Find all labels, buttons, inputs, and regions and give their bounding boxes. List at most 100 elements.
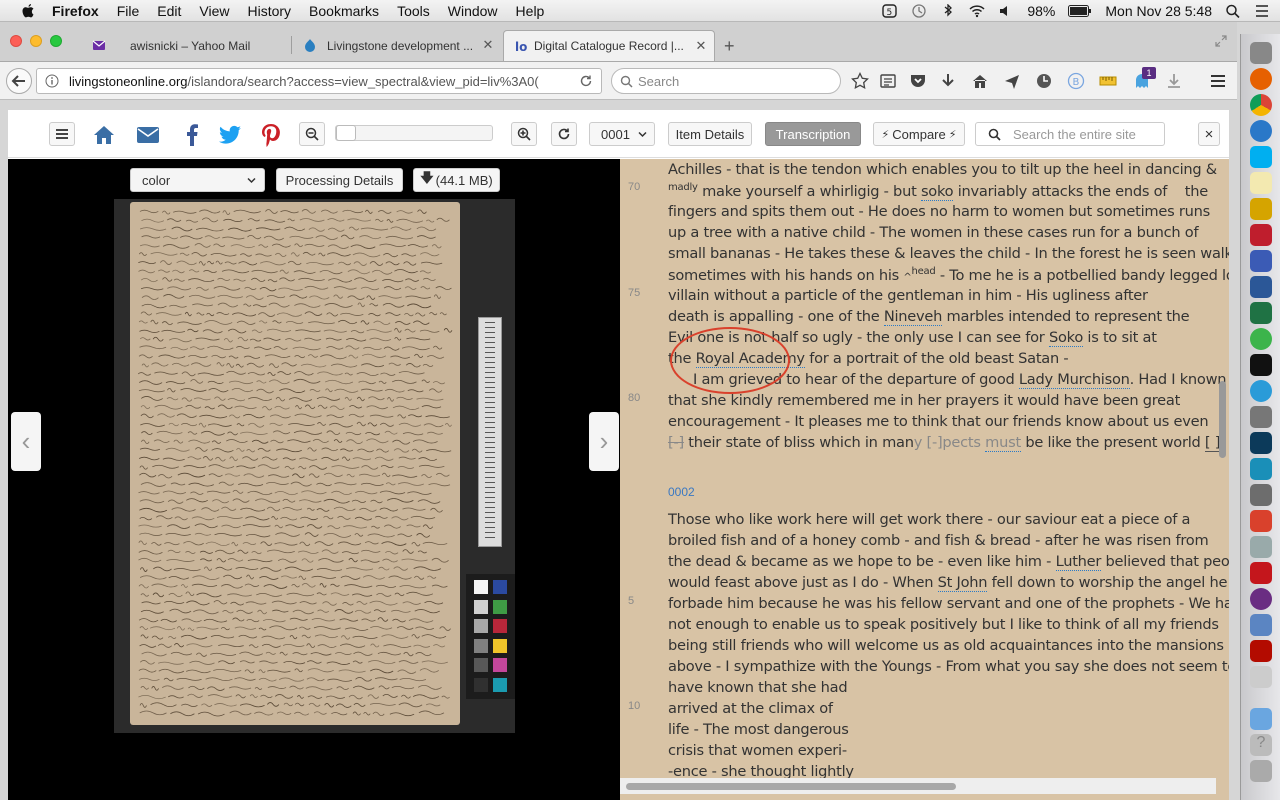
glossary-term-luther[interactable]: Luther: [1055, 553, 1101, 571]
battery-icon[interactable]: [1068, 5, 1092, 17]
processing-details-button[interactable]: Processing Details: [276, 168, 403, 192]
search-bar[interactable]: Search: [611, 68, 841, 94]
bookmark-star-icon[interactable]: [851, 72, 869, 90]
fullscreen-icon[interactable]: [1214, 34, 1228, 48]
dock-sync-icon[interactable]: [1250, 328, 1272, 350]
hamburger-menu-icon[interactable]: [1209, 72, 1227, 90]
dock-utility-icon[interactable]: [1250, 406, 1272, 428]
dock-word-icon[interactable]: [1250, 276, 1272, 298]
vertical-scrollbar[interactable]: [1219, 381, 1226, 458]
illegible-mark[interactable]: [-]: [668, 434, 684, 451]
dock-cyberduck-icon[interactable]: [1250, 198, 1272, 220]
clock[interactable]: Mon Nov 28 5:48: [1105, 3, 1212, 19]
dock-excel-icon[interactable]: [1250, 302, 1272, 324]
dock-firefox-icon[interactable]: [1250, 68, 1272, 90]
page-select[interactable]: 0001: [589, 122, 655, 146]
dock-zotero-icon[interactable]: [1250, 562, 1272, 584]
dock-notes-icon[interactable]: [1250, 172, 1272, 194]
menu-file[interactable]: File: [117, 3, 140, 19]
menu-button[interactable]: [49, 122, 75, 146]
dock-preview-icon[interactable]: [1250, 614, 1272, 636]
glossary-term-lady-murchison[interactable]: Lady Murchison: [1018, 371, 1130, 389]
email-icon[interactable]: [136, 123, 160, 147]
bluetooth-icon[interactable]: [940, 4, 956, 18]
reading-list-icon[interactable]: [879, 72, 897, 90]
send-icon[interactable]: [1003, 72, 1021, 90]
previous-page-arrow[interactable]: ‹: [11, 412, 41, 471]
time-machine-icon[interactable]: [911, 4, 927, 18]
site-search-input[interactable]: Search the entire site: [975, 122, 1165, 146]
dock-chrome-icon[interactable]: [1250, 94, 1272, 116]
download-status-icon[interactable]: [1165, 72, 1183, 90]
tab-digital-catalogue-record[interactable]: lo Digital Catalogue Record |... ✕: [503, 30, 715, 61]
menu-view[interactable]: View: [199, 3, 229, 19]
facebook-icon[interactable]: [180, 123, 204, 147]
ruler-icon[interactable]: [1099, 72, 1117, 90]
dock-photoshop-icon[interactable]: [1250, 432, 1272, 454]
download-button[interactable]: 🡇 (44.1 MB): [413, 168, 500, 192]
volume-icon[interactable]: [998, 4, 1014, 18]
apple-icon[interactable]: [20, 3, 36, 19]
reload-icon[interactable]: [579, 74, 593, 88]
zoom-out-button[interactable]: [299, 122, 325, 146]
next-page-arrow[interactable]: ›: [589, 412, 619, 471]
dock-globe-icon[interactable]: [1250, 380, 1272, 402]
glossary-term-nineveh[interactable]: Nineveh: [883, 308, 942, 326]
dock-pdf-icon[interactable]: [1250, 640, 1272, 662]
dock-app-icon[interactable]: [1250, 666, 1272, 688]
unclear-text[interactable]: y: [914, 434, 923, 451]
tab-livingstone-development[interactable]: Livingstone development ... ✕: [293, 30, 501, 61]
battery-percent[interactable]: 98%: [1027, 3, 1055, 19]
tab-yahoo-mail[interactable]: awisnicki – Yahoo Mail: [82, 30, 290, 61]
downloads-icon[interactable]: [939, 72, 957, 90]
history-icon[interactable]: [1035, 72, 1053, 90]
dock-gimp-icon[interactable]: [1250, 484, 1272, 506]
home-icon[interactable]: [92, 123, 116, 147]
back-button[interactable]: [6, 68, 32, 94]
color-select[interactable]: color: [130, 168, 265, 192]
twitter-icon[interactable]: [218, 123, 242, 147]
transcription-button[interactable]: Transcription: [765, 122, 861, 146]
close-window-button[interactable]: [10, 35, 22, 47]
dock-terminal-icon[interactable]: [1250, 354, 1272, 376]
dock-safari-icon[interactable]: [1250, 120, 1272, 142]
new-tab-icon[interactable]: +: [724, 36, 735, 57]
glossary-term-st-john[interactable]: St John: [937, 574, 988, 592]
url-bar[interactable]: livingstoneonline.org/islandora/search?a…: [36, 68, 602, 94]
glossary-term-soko[interactable]: Soko: [1048, 329, 1083, 347]
spotlight-icon[interactable]: [1225, 4, 1241, 18]
close-tab-icon[interactable]: ✕: [481, 38, 495, 52]
dock-acrobat-icon[interactable]: [1250, 510, 1272, 532]
dock-skype-icon[interactable]: [1250, 146, 1272, 168]
zoom-in-button[interactable]: [511, 122, 537, 146]
horizontal-scrollbar[interactable]: [626, 783, 956, 790]
zoom-slider-handle[interactable]: [336, 125, 356, 141]
dock-app-icon[interactable]: [1250, 458, 1272, 480]
menu-bookmarks[interactable]: Bookmarks: [309, 3, 379, 19]
minimize-window-button[interactable]: [30, 35, 42, 47]
page-label[interactable]: 0002: [668, 485, 695, 499]
manuscript-image[interactable]: [114, 199, 515, 733]
wifi-icon[interactable]: [969, 4, 985, 18]
menu-help[interactable]: Help: [516, 3, 545, 19]
item-details-button[interactable]: Item Details: [668, 122, 752, 146]
zoom-slider[interactable]: [335, 125, 493, 141]
pinterest-icon[interactable]: [259, 123, 283, 147]
info-icon[interactable]: [45, 74, 59, 88]
gap-mark[interactable]: [ ]: [1204, 434, 1220, 452]
dock-github-icon[interactable]: [1250, 588, 1272, 610]
menu-tools[interactable]: Tools: [397, 3, 430, 19]
illegible-mark[interactable]: [-]pects: [927, 434, 982, 451]
compare-button[interactable]: ⚡ Compare ⚡: [873, 122, 965, 146]
reset-view-button[interactable]: [551, 122, 577, 146]
menu-app-firefox[interactable]: Firefox: [52, 3, 99, 19]
zoom-window-button[interactable]: [50, 35, 62, 47]
dock-filezilla-icon[interactable]: [1250, 224, 1272, 246]
close-tab-icon[interactable]: ✕: [694, 39, 708, 53]
glossary-term-soko[interactable]: soko: [920, 182, 954, 201]
extension-b-icon[interactable]: B: [1067, 72, 1085, 90]
menu-window[interactable]: Window: [448, 3, 498, 19]
dock-help-icon[interactable]: ?: [1250, 734, 1272, 756]
dock-folder-icon[interactable]: [1250, 708, 1272, 730]
dock-x-icon[interactable]: [1250, 250, 1272, 272]
